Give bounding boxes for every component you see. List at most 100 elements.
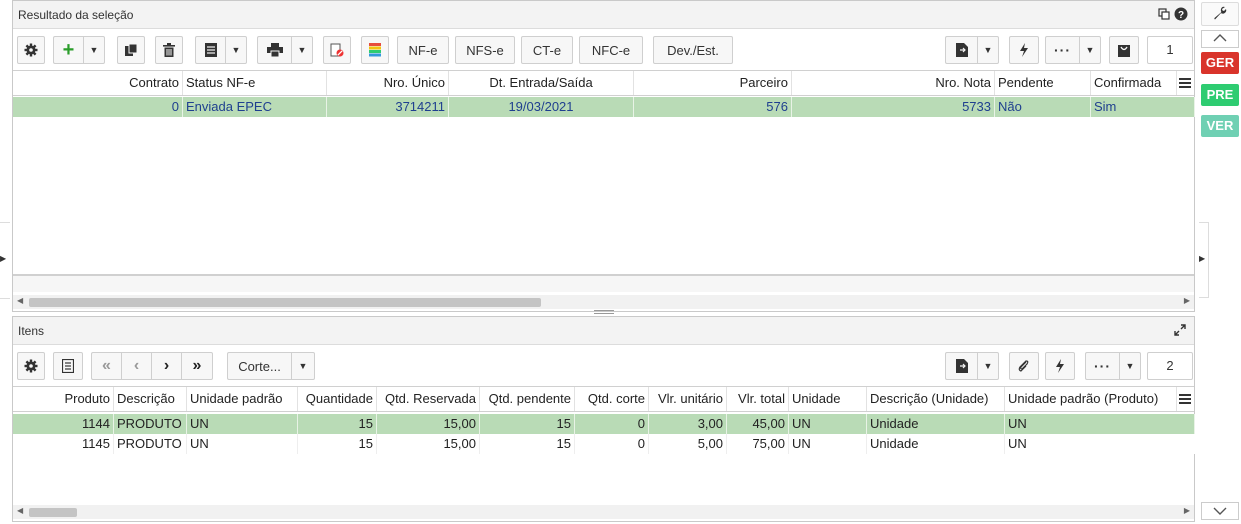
items-column-menu-icon[interactable] [1179,393,1191,407]
col-quantidade[interactable]: Quantidade [298,387,377,411]
items-export-button[interactable] [945,352,977,380]
nfce-button[interactable]: NFC-e [579,36,643,64]
copy-button[interactable] [117,36,145,64]
next-page-button[interactable]: › [151,352,181,380]
print-button[interactable] [257,36,291,64]
items-more-button[interactable]: ··· [1085,352,1119,380]
items-panel: Itens « ‹ › » Corte... ▼ ▼ ··· ▼ 2 Produ… [12,316,1195,522]
scroll-thumb[interactable] [29,298,541,307]
col-pendente[interactable]: Pendente [995,71,1091,95]
export-icon [955,359,968,373]
last-page-button[interactable]: » [181,352,213,380]
nfse-button[interactable]: NFS-e [455,36,515,64]
col-descricao-unidade[interactable]: Descrição (Unidade) [867,387,1005,411]
export-dropdown-button[interactable]: ▼ [977,36,999,64]
ger-button[interactable]: GER [1201,52,1239,74]
nfe-button[interactable]: NF-e [397,36,449,64]
first-page-button[interactable]: « [91,352,121,380]
items-more-dropdown-button[interactable]: ▼ [1119,352,1141,380]
corte-button[interactable]: Corte... [227,352,291,380]
detach-icon[interactable] [1158,8,1170,23]
caret-down-icon: ▼ [89,45,99,55]
table-row[interactable]: 1144 PRODUTO UN 15 15,00 15 0 3,00 45,00… [13,414,1195,434]
grid-footer-row [13,276,1194,292]
table-row[interactable]: 0 Enviada EPEC 3714211 19/03/2021 576 57… [13,97,1195,117]
col-unidade-padrao[interactable]: Unidade padrão [187,387,298,411]
items-horizontal-scrollbar[interactable]: ◀ ▶ [13,505,1194,519]
items-actions-button[interactable] [1045,352,1075,380]
col-unidade-padrao-produto[interactable]: Unidade padrão (Produto) [1005,387,1177,411]
tools-button[interactable] [1201,2,1239,26]
col-descricao[interactable]: Descrição [114,387,187,411]
col-status-nfe[interactable]: Status NF-e [183,71,327,95]
right-rail-bracket [1199,222,1209,298]
list-dropdown-button[interactable]: ▼ [225,36,247,64]
double-chevron-right-icon: » [192,357,202,374]
cancel-doc-button[interactable] [323,36,351,64]
cte-button[interactable]: CT-e [521,36,573,64]
cell-descricao-unidade: Unidade [867,434,1005,454]
scroll-down-button[interactable] [1201,502,1239,520]
page-number-field[interactable]: 1 [1147,36,1193,64]
more-button[interactable]: ··· [1045,36,1079,64]
list-button[interactable] [195,36,225,64]
add-button[interactable]: + [53,36,83,64]
help-icon[interactable]: ? [1174,7,1188,24]
scroll-thumb[interactable] [29,508,77,517]
scroll-left-icon[interactable]: ◀ [17,506,23,515]
more-dropdown-button[interactable]: ▼ [1079,36,1101,64]
items-page-number-field[interactable]: 2 [1147,352,1193,380]
expand-icon[interactable] [1174,324,1186,339]
scroll-right-icon[interactable]: ▶ [1184,506,1190,515]
pre-button[interactable]: PRE [1201,84,1239,106]
col-vlr-unitario[interactable]: Vlr. unitário [649,387,727,411]
trash-icon [163,43,175,57]
export-button[interactable] [945,36,977,64]
col-qtd-reservada[interactable]: Qtd. Reservada [377,387,480,411]
col-parceiro[interactable]: Parceiro [634,71,792,95]
col-dt-entrada[interactable]: Dt. Entrada/Saída [449,71,634,95]
col-confirmada[interactable]: Confirmada [1091,71,1177,95]
col-qtd-corte[interactable]: Qtd. corte [575,387,649,411]
left-collapse-arrow[interactable]: ▶ [0,254,6,263]
column-menu-icon[interactable] [1179,77,1191,91]
cell-quantidade: 15 [298,434,377,454]
items-form-button[interactable] [53,352,83,380]
print-dropdown-button[interactable]: ▼ [291,36,313,64]
caret-down-icon: ▼ [297,45,307,55]
color-legend-button[interactable] [361,36,389,64]
cell-vlr-unitario: 3,00 [649,414,727,434]
ver-button[interactable]: VER [1201,115,1239,137]
printer-icon [266,43,283,57]
cell-pendente: Não [995,97,1091,117]
settings-button[interactable] [17,36,45,64]
col-unidade[interactable]: Unidade [789,387,867,411]
scroll-right-icon[interactable]: ▶ [1184,296,1190,305]
col-nro-nota[interactable]: Nro. Nota [792,71,995,95]
dev-est-button[interactable]: Dev./Est. [653,36,733,64]
col-qtd-pendente[interactable]: Qtd. pendente [480,387,575,411]
splitter-handle[interactable] [594,310,614,314]
items-export-dropdown-button[interactable]: ▼ [977,352,999,380]
col-nro-unico[interactable]: Nro. Único [327,71,449,95]
col-vlr-total[interactable]: Vlr. total [727,387,789,411]
cell-unidade: UN [789,414,867,434]
scroll-up-button[interactable] [1201,30,1239,48]
col-produto[interactable]: Produto [13,387,114,411]
prev-page-button[interactable]: ‹ [121,352,151,380]
col-contrato[interactable]: Contrato [13,71,183,95]
table-row[interactable]: 1145 PRODUTO UN 15 15,00 15 0 5,00 75,00… [13,434,1195,454]
chevron-right-icon: › [163,357,170,374]
bag-button[interactable] [1109,36,1139,64]
actions-button[interactable] [1009,36,1039,64]
scroll-left-icon[interactable]: ◀ [17,296,23,305]
attach-button[interactable] [1009,352,1039,380]
cell-vlr-total: 45,00 [727,414,789,434]
items-settings-button[interactable] [17,352,45,380]
corte-dropdown-button[interactable]: ▼ [291,352,315,380]
result-grid-header: Contrato Status NF-e Nro. Único Dt. Entr… [13,70,1194,96]
delete-button[interactable] [155,36,183,64]
add-dropdown-button[interactable]: ▼ [83,36,105,64]
result-horizontal-scrollbar[interactable]: ◀ ▶ [13,295,1194,309]
copy-icon [124,43,138,57]
